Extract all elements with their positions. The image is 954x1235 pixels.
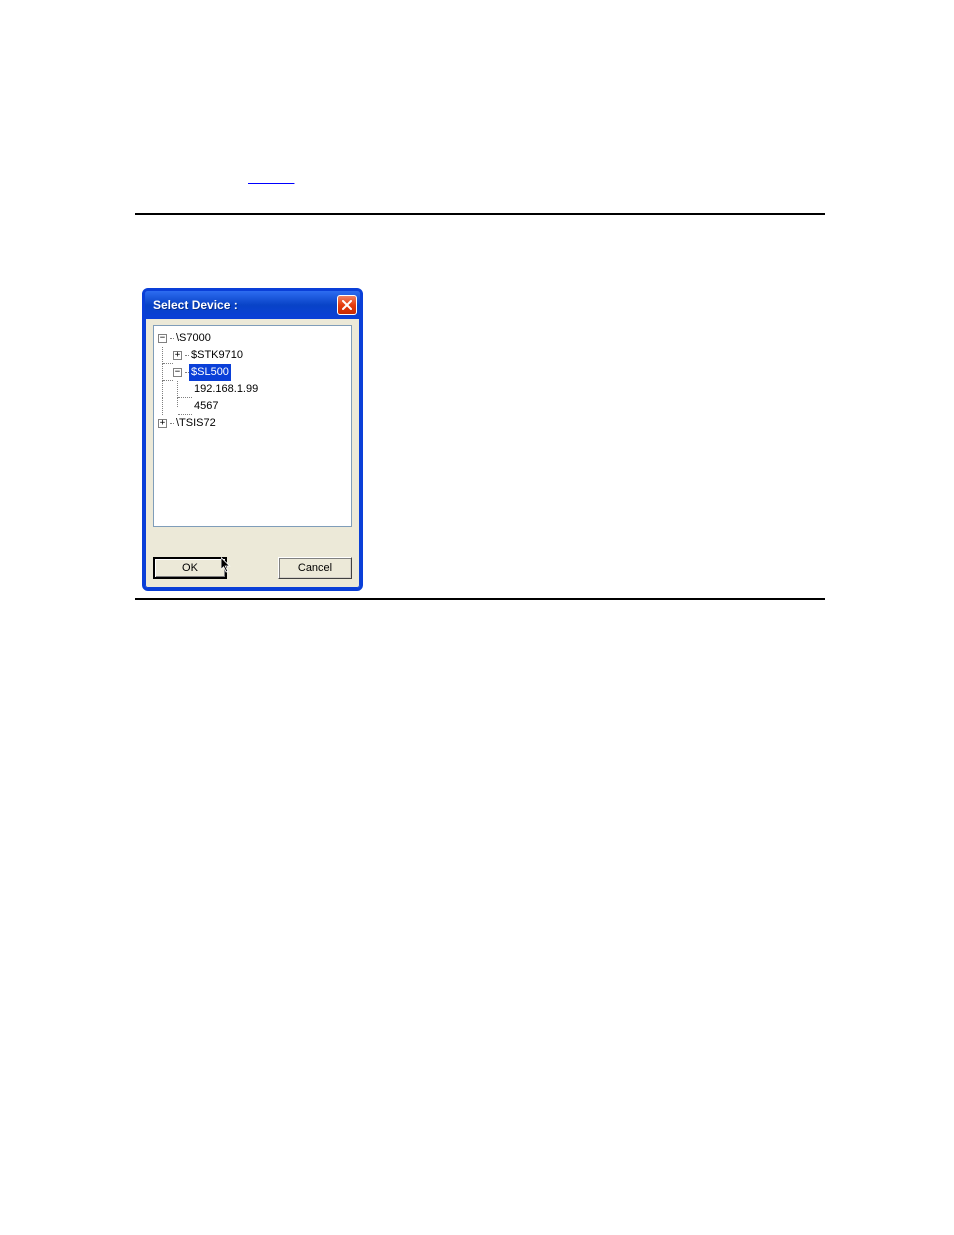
- tree-node-stk9710[interactable]: + $STK9710: [158, 347, 347, 364]
- expand-icon[interactable]: +: [158, 419, 167, 428]
- ok-button[interactable]: OK: [153, 557, 227, 579]
- tree-connector: [163, 363, 173, 364]
- horizontal-rule-top: [135, 213, 825, 215]
- link-placeholder: [248, 170, 294, 185]
- expand-icon[interactable]: +: [173, 351, 182, 360]
- tree-connector: [178, 397, 192, 398]
- device-tree: − \S7000 + $STK9710: [158, 330, 347, 432]
- dialog-title: Select Device :: [153, 298, 238, 312]
- tree-connector: [162, 364, 163, 381]
- tree-connector: [162, 347, 163, 364]
- tree-label[interactable]: 4567: [192, 398, 220, 415]
- tree-node-port[interactable]: 4567: [158, 398, 347, 415]
- tree-node-ip[interactable]: 192.168.1.99: [158, 381, 347, 398]
- close-icon: [342, 300, 352, 310]
- tree-connector: [162, 398, 163, 415]
- select-device-dialog: Select Device : − \S7000: [142, 288, 363, 591]
- tree-label[interactable]: \TSIS72: [174, 415, 218, 432]
- tree-node-tsis72[interactable]: + \TSIS72: [158, 415, 347, 432]
- cancel-button[interactable]: Cancel: [278, 557, 352, 579]
- tree-connector: [177, 381, 178, 398]
- tree-connector: [178, 414, 192, 415]
- tree-node-sl500[interactable]: − $SL500: [158, 364, 347, 381]
- tree-label[interactable]: 192.168.1.99: [192, 381, 260, 398]
- dialog-button-row: OK Cancel: [153, 557, 352, 580]
- tree-node-s7000[interactable]: − \S7000: [158, 330, 347, 347]
- page: Select Device : − \S7000: [0, 0, 954, 1235]
- tree-label[interactable]: \S7000: [174, 330, 213, 347]
- tree-connector: [163, 380, 173, 381]
- dialog-titlebar: Select Device :: [145, 291, 360, 319]
- cancel-button-label: Cancel: [298, 562, 332, 574]
- tree-label[interactable]: $STK9710: [189, 347, 245, 364]
- horizontal-rule-bottom: [135, 598, 825, 600]
- close-button[interactable]: [337, 295, 357, 315]
- tree-connector: [162, 381, 163, 398]
- tree-label-selected[interactable]: $SL500: [189, 364, 231, 381]
- collapse-icon[interactable]: −: [173, 368, 182, 377]
- ok-button-label: OK: [182, 562, 198, 574]
- tree-connector: [177, 398, 178, 407]
- tree-view[interactable]: − \S7000 + $STK9710: [153, 325, 352, 527]
- collapse-icon[interactable]: −: [158, 334, 167, 343]
